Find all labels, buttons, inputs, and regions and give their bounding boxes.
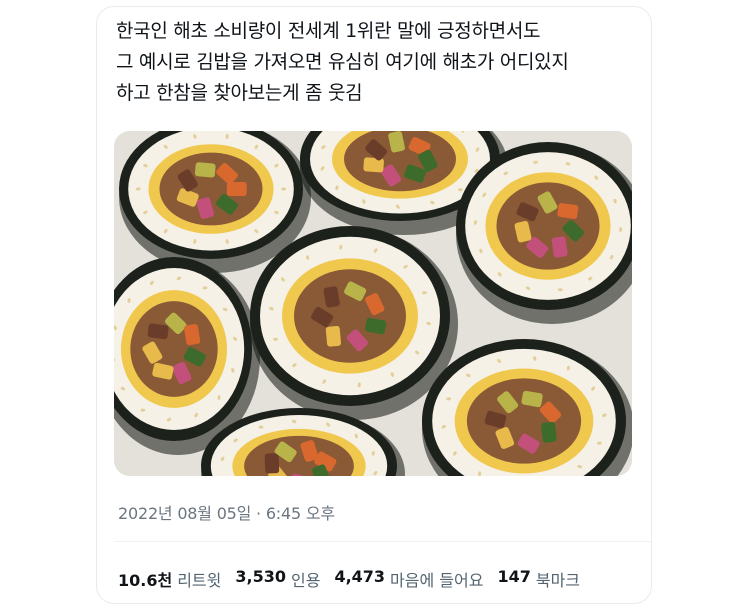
tweet-stats: 10.6천 리트윗 3,530 인용 4,473 마음에 들어요 147 북마크 [118,567,580,591]
retweets-count: 10.6천 [118,571,173,590]
retweets-stat[interactable]: 10.6천 리트윗 [118,567,221,591]
tweet-photo[interactable] [114,131,632,476]
bookmarks-count: 147 [497,567,531,586]
bookmarks-label: 북마크 [535,571,581,590]
tweet-card: 한국인 해초 소비량이 전세계 1위란 말에 긍정하면서도 그 예시로 김밥을 … [96,6,652,604]
kimbap-photo-icon [114,131,632,476]
quotes-stat[interactable]: 3,530 인용 [235,567,320,591]
quotes-count: 3,530 [235,567,286,586]
likes-count: 4,473 [334,567,386,586]
tweet-text-line: 한국인 해초 소비량이 전세계 1위란 말에 긍정하면서도 [116,20,541,42]
tweet-text-line: 하고 한참을 찾아보는게 좀 웃김 [116,82,363,104]
likes-stat[interactable]: 4,473 마음에 들어요 [334,567,483,591]
bookmarks-stat[interactable]: 147 북마크 [497,567,580,591]
quotes-label: 인용 [290,571,321,590]
divider [114,541,651,542]
likes-label: 마음에 들어요 [390,571,484,590]
tweet-timestamp[interactable]: 2022년 08월 05일 · 6:45 오후 [118,500,335,524]
tweet-text: 한국인 해초 소비량이 전세계 1위란 말에 긍정하면서도 그 예시로 김밥을 … [116,16,641,109]
retweets-label: 리트윗 [177,571,222,590]
tweet-text-line: 그 예시로 김밥을 가져오면 유심히 여기에 해초가 어디있지 [116,51,569,73]
